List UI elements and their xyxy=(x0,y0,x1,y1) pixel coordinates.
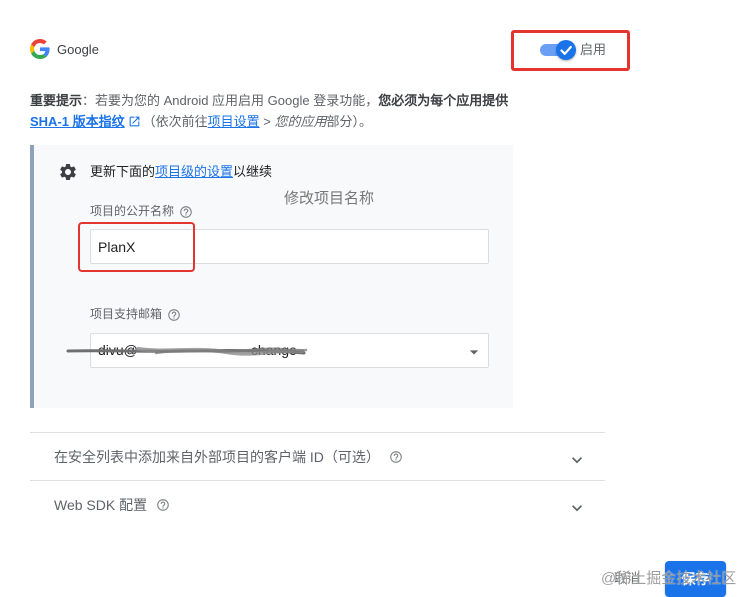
support-email-label: 项目支持邮箱 xyxy=(90,307,181,322)
expansion-panel-title-text: Web SDK 配置 xyxy=(54,497,148,513)
chevron-down-icon[interactable] xyxy=(567,450,587,470)
google-logo-icon xyxy=(30,39,50,59)
notice-path-prefix: （依次前往 xyxy=(142,114,208,129)
notice-requirement-text: 您必须为每个应用提供 xyxy=(378,93,509,108)
project-settings-link[interactable]: 项目设置 xyxy=(208,114,260,129)
web-sdk-help-icon[interactable] xyxy=(156,498,170,512)
support-email-value-end: change xyxy=(250,342,297,358)
support-email-help-icon[interactable] xyxy=(167,308,181,322)
chevron-down-icon[interactable] xyxy=(567,498,587,518)
expansion-panel-web-sdk-config[interactable]: Web SDK 配置 xyxy=(30,481,605,528)
check-icon xyxy=(560,45,572,55)
notice-important-label: 重要提示 xyxy=(30,93,83,108)
panel-heading-suffix: 以继续 xyxy=(233,164,273,179)
public-name-label-text: 项目的公开名称 xyxy=(90,204,175,218)
public-name-label: 项目的公开名称 xyxy=(90,204,193,219)
enable-toggle[interactable] xyxy=(540,40,576,60)
toggle-knob xyxy=(556,40,576,60)
project-settings-panel xyxy=(30,145,513,408)
panel-heading: 更新下面的项目级的设置以继续 xyxy=(90,164,272,180)
annotation-rename-hint: 修改项目名称 xyxy=(284,190,375,207)
support-email-value: divu@ change xyxy=(98,334,297,367)
provider-name: Google xyxy=(57,42,99,57)
save-button[interactable]: 保存 xyxy=(665,561,726,597)
project-level-settings-link[interactable]: 项目级的设置 xyxy=(155,164,233,179)
toggle-label: 启用 xyxy=(580,42,607,57)
expansion-panel-title: 在安全列表中添加来自外部项目的客户端 ID（可选） xyxy=(54,448,403,466)
public-name-input[interactable] xyxy=(90,229,489,264)
support-email-value-start: divu@ xyxy=(98,342,138,358)
arrow-drop-down-icon[interactable] xyxy=(464,342,484,362)
expansion-panel-title-text: 在安全列表中添加来自外部项目的客户端 ID（可选） xyxy=(54,449,380,465)
allowlist-help-icon[interactable] xyxy=(389,450,403,464)
notice-path-separator: > xyxy=(259,114,275,129)
expansion-panel-allowlist-client-ids[interactable]: 在安全列表中添加来自外部项目的客户端 ID（可选） xyxy=(30,433,605,480)
sha1-fingerprint-link[interactable]: SHA-1 版本指纹 xyxy=(30,114,125,129)
open-in-new-icon[interactable] xyxy=(128,115,141,128)
support-email-label-text: 项目支持邮箱 xyxy=(90,307,163,321)
notice-path-suffix: 部分）。 xyxy=(326,114,373,129)
panel-heading-prefix: 更新下面的 xyxy=(90,164,156,179)
expansion-panel-title: Web SDK 配置 xyxy=(54,496,170,514)
notice-line-1: 重要提示：若要为您的 Android 应用启用 Google 登录功能，您必须为… xyxy=(30,92,508,109)
support-email-select[interactable]: divu@ change xyxy=(90,333,489,368)
gear-icon xyxy=(58,162,78,182)
public-name-help-icon[interactable] xyxy=(179,205,193,219)
notice-your-apps: 您的应用 xyxy=(274,114,327,129)
notice-line-2: SHA-1 版本指纹 （依次前往项目设置 > 您的应用部分）。 xyxy=(30,113,372,130)
notice-text: ：若要为您的 Android 应用启用 Google 登录功能， xyxy=(82,93,379,108)
cancel-button[interactable]: 取消 xyxy=(607,568,647,590)
